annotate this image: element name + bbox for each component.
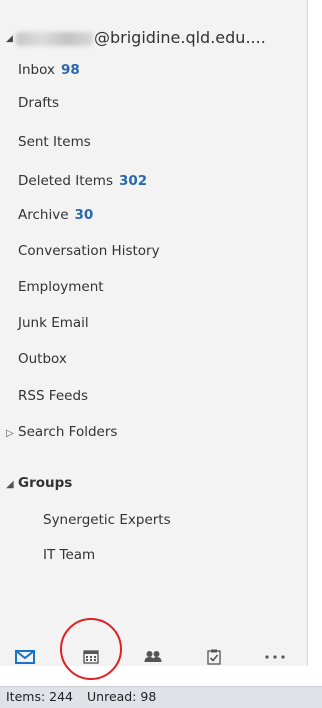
collapse-triangle-icon[interactable]: ◢: [6, 25, 16, 53]
tasks-icon: [207, 649, 221, 665]
account-header[interactable]: ◢ @brigidine.qld.edu....: [6, 24, 266, 52]
folder-rss-feeds[interactable]: RSS Feeds: [18, 385, 88, 407]
folder-outbox[interactable]: Outbox: [18, 348, 67, 370]
folder-conversation-history[interactable]: Conversation History: [18, 240, 160, 262]
more-icon: [265, 654, 285, 659]
groups-header[interactable]: ◢ Groups: [6, 472, 72, 494]
unread-count: 98: [60, 62, 80, 78]
collapse-triangle-icon[interactable]: ◢: [6, 474, 18, 496]
group-synergetic-experts[interactable]: Synergetic Experts: [43, 509, 171, 531]
folder-employment[interactable]: Employment: [18, 276, 104, 298]
redacted-username: [16, 31, 93, 46]
folder-archive[interactable]: Archive 30: [18, 204, 93, 226]
account-email: @brigidine.qld.edu....: [94, 28, 266, 47]
folder-junk-email[interactable]: Junk Email: [18, 312, 89, 334]
highlight-circle: [60, 618, 122, 680]
people-icon: [144, 651, 162, 662]
items-count: Items: 244: [6, 689, 74, 704]
folder-deleted-items[interactable]: Deleted Items 302: [18, 170, 147, 192]
people-button[interactable]: [133, 638, 173, 675]
unread-count-status: Unread: 98: [87, 689, 157, 704]
folder-drafts[interactable]: Drafts: [18, 92, 59, 114]
search-folders[interactable]: ▷ Search Folders: [6, 421, 117, 443]
group-it-team[interactable]: IT Team: [43, 544, 95, 566]
more-button[interactable]: [255, 638, 295, 675]
mail-icon: [15, 649, 35, 664]
unread-count: 30: [74, 207, 94, 223]
folder-sent-items[interactable]: Sent Items: [18, 131, 91, 153]
unread-count: 302: [118, 173, 148, 189]
navigation-bar: [0, 638, 307, 675]
status-bar: Items: 244 Unread: 98: [0, 686, 322, 708]
mail-button[interactable]: [5, 638, 45, 675]
expand-triangle-icon[interactable]: ▷: [6, 423, 18, 445]
folder-pane: ◢ @brigidine.qld.edu.... Inbox 98 Drafts S…: [0, 0, 308, 680]
folder-inbox[interactable]: Inbox 98: [18, 59, 80, 81]
tasks-button[interactable]: [194, 638, 234, 675]
